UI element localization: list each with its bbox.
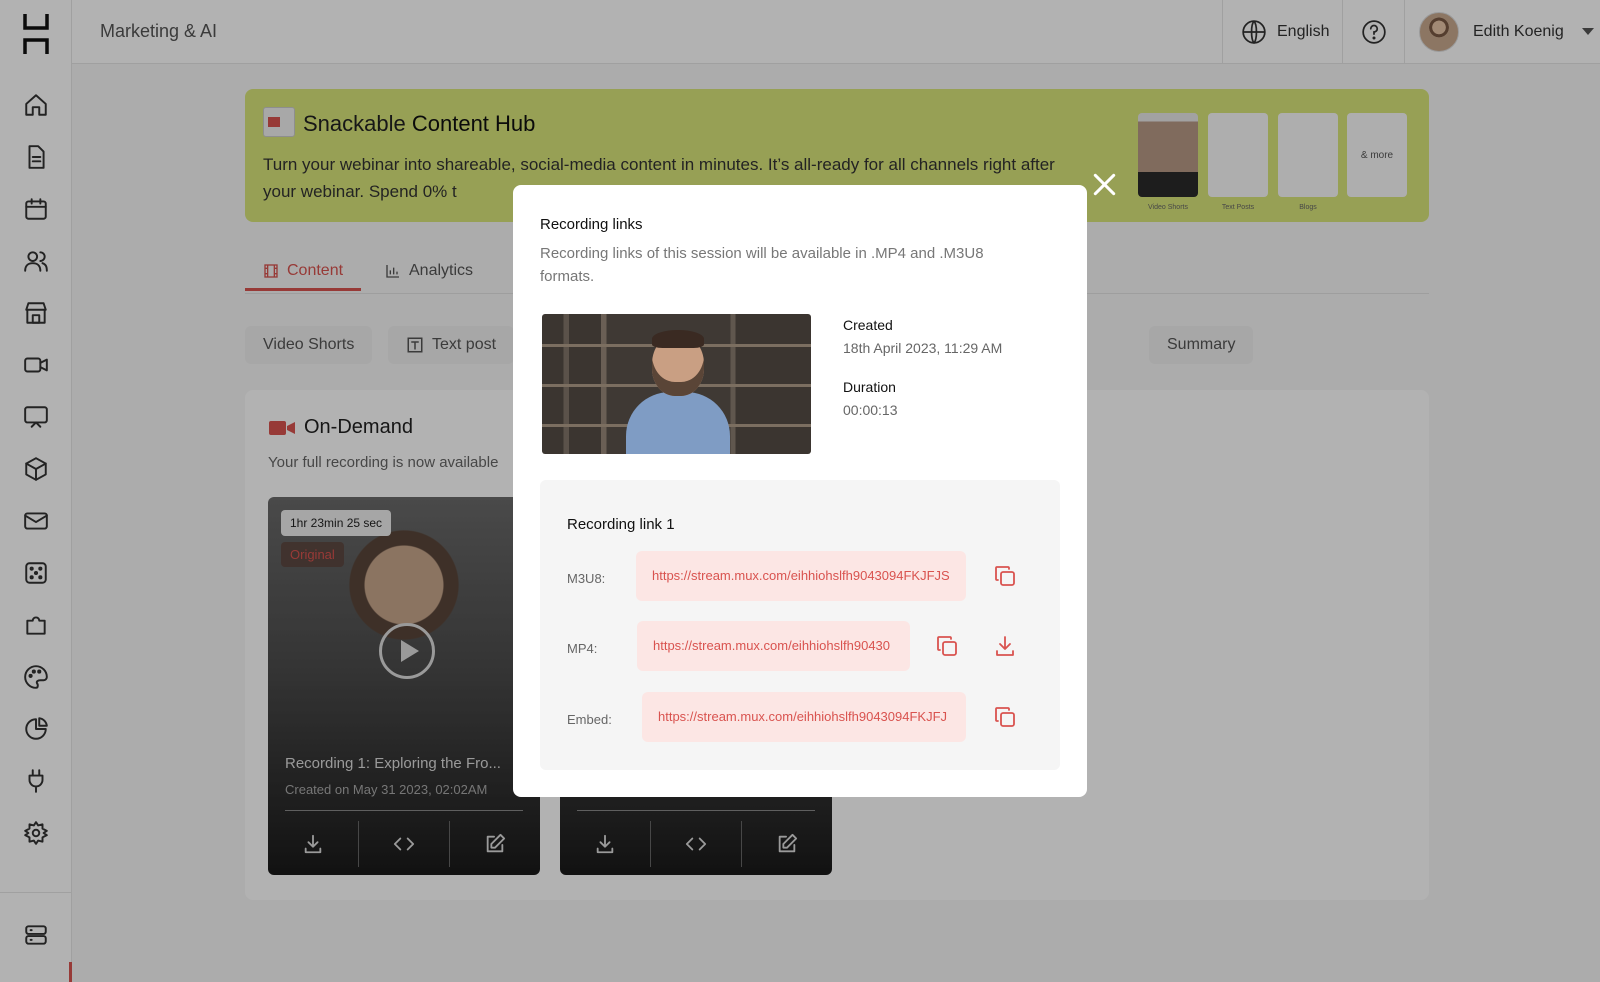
recording-link-panel: Recording link 1 M3U8: https://stream.mu… xyxy=(540,480,1060,770)
download-icon xyxy=(996,636,1014,656)
created-value: 18th April 2023, 11:29 AM xyxy=(843,340,1003,356)
embed-url-field[interactable]: https://stream.mux.com/eihhiohslfh904309… xyxy=(642,692,966,742)
created-label: Created xyxy=(843,317,893,333)
copy-embed-button[interactable] xyxy=(991,703,1019,731)
modal-title: Recording links xyxy=(540,216,643,233)
copy-m3u8-button[interactable] xyxy=(991,562,1019,590)
copy-icon xyxy=(995,566,1015,586)
copy-mp4-button[interactable] xyxy=(933,632,961,660)
copy-icon xyxy=(937,636,957,656)
mp4-label: MP4: xyxy=(567,641,598,656)
embed-label: Embed: xyxy=(567,712,612,727)
modal-description: Recording links of this session will be … xyxy=(540,245,984,285)
m3u8-label: M3U8: xyxy=(567,571,606,586)
mp4-url-field[interactable]: https://stream.mux.com/eihhiohslfh90430 xyxy=(637,621,910,671)
recording-link-title: Recording link 1 xyxy=(567,516,675,533)
download-mp4-button[interactable] xyxy=(991,632,1019,660)
duration-label: Duration xyxy=(843,379,896,395)
copy-icon xyxy=(995,707,1015,727)
recording-thumbnail xyxy=(542,314,811,454)
recording-links-modal: Recording links Recording links of this … xyxy=(513,185,1087,797)
m3u8-url-field[interactable]: https://stream.mux.com/eihhiohslfh904309… xyxy=(636,551,966,601)
duration-value: 00:00:13 xyxy=(843,402,898,418)
close-icon[interactable] xyxy=(1091,171,1119,199)
